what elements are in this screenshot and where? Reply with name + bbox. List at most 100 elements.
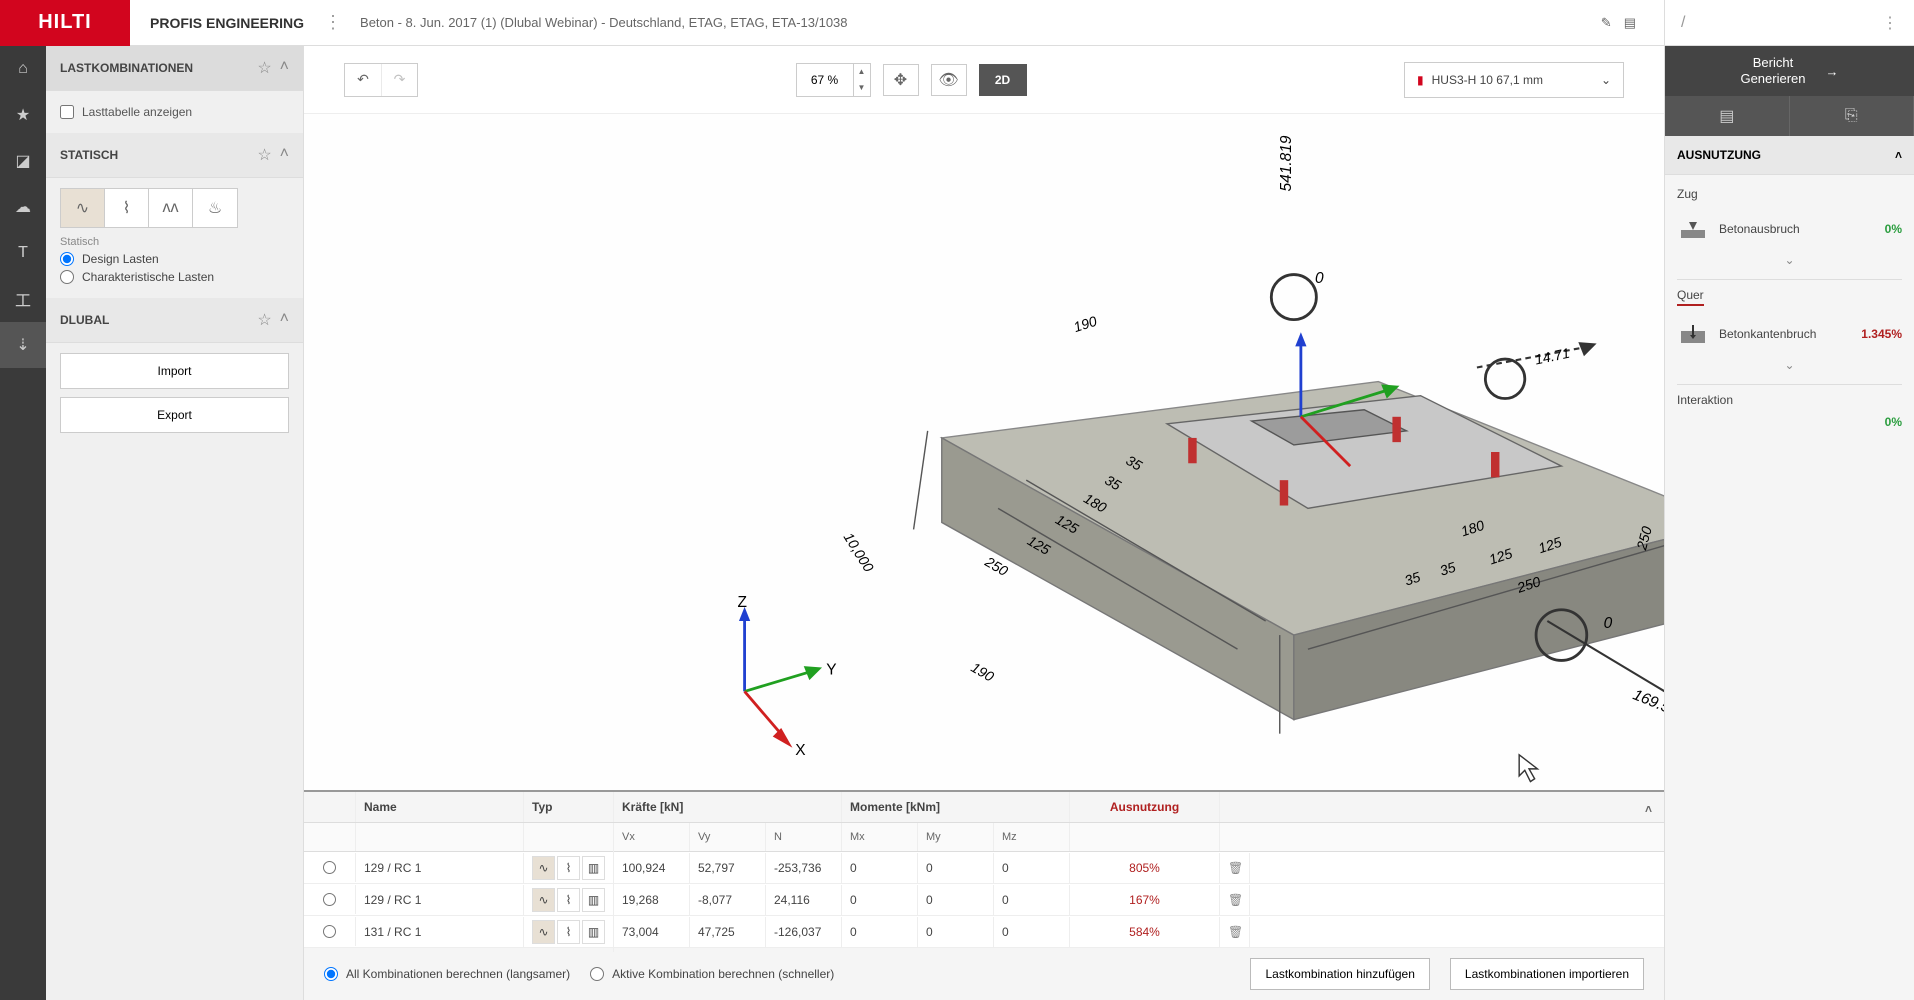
import-loadcomb-button[interactable]: Lastkombinationen importieren bbox=[1450, 958, 1644, 990]
collapse-icon[interactable]: ˄ bbox=[1895, 148, 1902, 162]
zoom-down-icon[interactable]: ▼ bbox=[854, 80, 870, 96]
typ-seismic-icon[interactable]: ⌇ bbox=[557, 856, 580, 880]
loadtype-seismic-icon[interactable]: ⌇ bbox=[105, 189, 149, 227]
panel-dlubal-title: DLUBAL bbox=[60, 313, 109, 327]
svg-text:10,000: 10,000 bbox=[841, 530, 877, 575]
row-select-radio[interactable] bbox=[323, 861, 336, 874]
svg-text:190: 190 bbox=[1072, 313, 1099, 336]
typ-static-icon[interactable]: ∿ bbox=[532, 888, 555, 912]
app-menu-icon[interactable]: ⋮ bbox=[324, 12, 344, 33]
anchor-select-label: HUS3-H 10 67,1 mm bbox=[1432, 73, 1543, 87]
row-mz: 0 bbox=[994, 917, 1070, 947]
add-loadcomb-button[interactable]: Lastkombination hinzufügen bbox=[1250, 958, 1429, 990]
table-collapse-icon[interactable]: ˄ bbox=[1645, 802, 1652, 816]
panel-statisch-title: STATISCH bbox=[60, 148, 118, 162]
viewport-3d[interactable]: Z Y X bbox=[304, 114, 1664, 790]
rp-tab-2[interactable]: ⎘ bbox=[1790, 96, 1914, 136]
quer-label: Quer bbox=[1677, 288, 1704, 306]
design-lasten-radio[interactable]: Design Lasten bbox=[60, 252, 289, 266]
star-icon[interactable]: ☆ bbox=[257, 145, 271, 165]
th-force: Kräfte [kN] bbox=[614, 792, 842, 822]
export-button[interactable]: Export bbox=[60, 397, 289, 433]
zoom-input[interactable] bbox=[797, 64, 853, 96]
quer-expand-icon[interactable]: ⌄ bbox=[1677, 354, 1902, 376]
svg-text:Z: Z bbox=[738, 594, 747, 611]
collapse-icon[interactable]: ˄ bbox=[280, 310, 289, 330]
typ-static-icon[interactable]: ∿ bbox=[532, 920, 555, 944]
row-vx: 73,004 bbox=[614, 917, 690, 947]
th-moment: Momente [kNm] bbox=[842, 792, 1070, 822]
row-name: 131 / RC 1 bbox=[356, 917, 524, 947]
svg-text:Y: Y bbox=[826, 662, 836, 679]
panel-lastkomb-title: LASTKOMBINATIONEN bbox=[60, 61, 193, 75]
anchor-icon: ▮ bbox=[1417, 73, 1424, 87]
star-icon[interactable]: ☆ bbox=[257, 310, 271, 330]
generate-report-button[interactable]: Bericht Generieren → bbox=[1665, 46, 1914, 96]
calc-active-radio[interactable]: Aktive Kombination berechnen (schneller) bbox=[590, 967, 834, 981]
char-lasten-radio[interactable]: Charakteristische Lasten bbox=[60, 270, 289, 284]
typ-chart-icon[interactable]: ▥ bbox=[582, 920, 605, 944]
undo-button[interactable]: ↶ bbox=[345, 64, 381, 96]
zoom-up-icon[interactable]: ▲ bbox=[854, 64, 870, 80]
row-select-radio[interactable] bbox=[323, 925, 336, 938]
nav-i-icon[interactable]: 工 bbox=[0, 276, 46, 322]
calc-all-radio[interactable]: All Kombinationen berechnen (langsamer) bbox=[324, 967, 570, 981]
row-mx: 0 bbox=[842, 885, 918, 915]
chevron-down-icon: ⌄ bbox=[1601, 73, 1611, 87]
anchor-select[interactable]: ▮ HUS3-H 10 67,1 mm ⌄ bbox=[1404, 62, 1624, 98]
redo-button[interactable]: ↷ bbox=[381, 64, 417, 96]
table-row[interactable]: 129 / RC 1∿⌇▥19,268-8,07724,116000167%🗑 bbox=[304, 884, 1664, 916]
star-icon[interactable]: ☆ bbox=[257, 58, 271, 78]
topright-menu-icon[interactable]: ⋮ bbox=[1882, 13, 1898, 33]
nav-cloud-icon[interactable]: ☁ bbox=[0, 184, 46, 230]
zug-expand-icon[interactable]: ⌄ bbox=[1677, 249, 1902, 271]
typ-seismic-icon[interactable]: ⌇ bbox=[557, 888, 580, 912]
table-row[interactable]: 131 / RC 1∿⌇▥73,00447,725-126,037000584%… bbox=[304, 916, 1664, 948]
nav-box-icon[interactable]: ◪ bbox=[0, 138, 46, 184]
typ-chart-icon[interactable]: ▥ bbox=[582, 856, 605, 880]
rp-section-title: AUSNUTZUNG bbox=[1677, 148, 1761, 162]
report-label-2: Generieren bbox=[1740, 71, 1805, 87]
view-2d-button[interactable]: 2D bbox=[979, 64, 1027, 96]
import-button[interactable]: Import bbox=[60, 353, 289, 389]
show-loadtable-label: Lasttabelle anzeigen bbox=[82, 105, 192, 119]
typ-seismic-icon[interactable]: ⌇ bbox=[557, 920, 580, 944]
char-lasten-label: Charakteristische Lasten bbox=[82, 270, 214, 284]
collapse-icon[interactable]: ˄ bbox=[280, 145, 289, 165]
zug-label: Zug bbox=[1677, 187, 1902, 201]
show-loadtable-checkbox[interactable]: Lasttabelle anzeigen bbox=[60, 105, 289, 119]
nav-home-icon[interactable]: ⌂ bbox=[0, 46, 46, 92]
save-icon[interactable]: ▤ bbox=[1624, 15, 1636, 31]
row-select-radio[interactable] bbox=[323, 893, 336, 906]
loadtype-fatigue-icon[interactable]: ᴧᴧ bbox=[149, 189, 193, 227]
edit-icon[interactable]: ✎ bbox=[1601, 15, 1612, 31]
left-nav: ⌂ ★ ◪ ☁ T 工 ⇣ bbox=[0, 46, 46, 1000]
row-util: 584% bbox=[1070, 917, 1220, 947]
right-panel: Bericht Generieren → ▤ ⎘ AUSNUTZUNG ˄ Zu… bbox=[1664, 46, 1914, 1000]
table-row[interactable]: 129 / RC 1∿⌇▥100,92452,797-253,736000805… bbox=[304, 852, 1664, 884]
nav-t-icon[interactable]: T bbox=[0, 230, 46, 276]
interaktion-value: 0% bbox=[1677, 415, 1902, 429]
svg-text:0: 0 bbox=[1315, 270, 1324, 287]
collapse-icon[interactable]: ˄ bbox=[280, 58, 289, 78]
nav-load-icon[interactable]: ⇣ bbox=[0, 322, 46, 368]
file-name: Beton - 8. Jun. 2017 (1) (Dlubal Webinar… bbox=[360, 15, 847, 30]
th-typ: Typ bbox=[524, 792, 614, 822]
loadtype-static-icon[interactable]: ∿ bbox=[61, 189, 105, 227]
row-vx: 100,924 bbox=[614, 853, 690, 883]
delete-row-icon[interactable]: 🗑 bbox=[1220, 917, 1250, 947]
typ-static-icon[interactable]: ∿ bbox=[532, 856, 555, 880]
rp-tab-1[interactable]: ▤ bbox=[1665, 96, 1790, 136]
visibility-icon[interactable]: 👁 bbox=[931, 64, 967, 96]
delete-row-icon[interactable]: 🗑 bbox=[1220, 885, 1250, 915]
row-n: -126,037 bbox=[766, 917, 842, 947]
row-my: 0 bbox=[918, 917, 994, 947]
typ-chart-icon[interactable]: ▥ bbox=[582, 888, 605, 912]
th-my: My bbox=[918, 823, 994, 851]
row-my: 0 bbox=[918, 853, 994, 883]
loadtype-fire-icon[interactable]: ♨ bbox=[193, 189, 237, 227]
concrete-breakout-icon bbox=[1677, 217, 1709, 241]
nav-star-icon[interactable]: ★ bbox=[0, 92, 46, 138]
delete-row-icon[interactable]: 🗑 bbox=[1220, 853, 1250, 883]
fit-icon[interactable]: ✥ bbox=[883, 64, 919, 96]
